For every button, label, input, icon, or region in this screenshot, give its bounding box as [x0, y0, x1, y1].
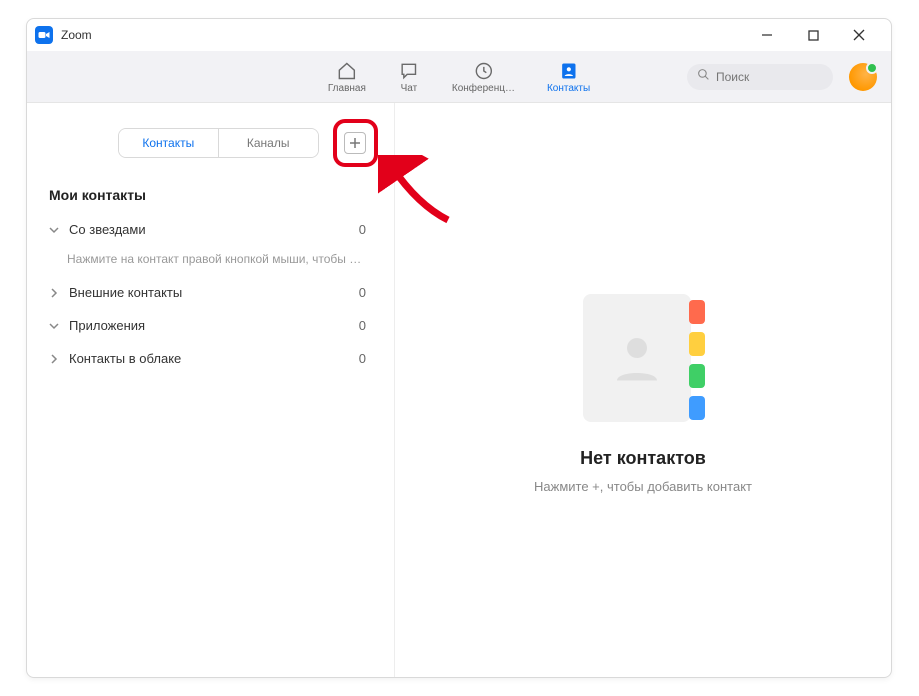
toolbar: Главная Чат Конференц… Контакты — [27, 51, 891, 103]
nav-home[interactable]: Главная — [324, 58, 370, 96]
titlebar: Zoom — [27, 19, 891, 51]
avatar[interactable] — [849, 63, 877, 91]
group-label: Со звездами — [69, 222, 359, 237]
chevron-down-icon — [49, 321, 63, 331]
group-cloud[interactable]: Контакты в облаке 0 — [27, 342, 394, 375]
app-window: Zoom Главная Чат Конференц… Контакты — [26, 18, 892, 678]
search-box[interactable] — [687, 64, 833, 90]
contacts-icon — [558, 60, 580, 82]
group-label: Внешние контакты — [69, 285, 359, 300]
nav-label: Контакты — [547, 83, 590, 94]
color-tab-1 — [689, 300, 705, 324]
clock-icon — [472, 60, 494, 82]
window-title: Zoom — [61, 28, 753, 42]
nav-label: Чат — [401, 83, 418, 94]
tab-channels[interactable]: Каналы — [219, 129, 318, 157]
group-starred[interactable]: Со звездами 0 — [27, 213, 394, 246]
chevron-down-icon — [49, 225, 63, 235]
empty-card — [583, 294, 691, 422]
nav-chat[interactable]: Чат — [394, 58, 424, 96]
group-count: 0 — [359, 222, 372, 237]
search-icon — [697, 68, 710, 86]
left-panel: Контакты Каналы Мои контакты Со звездами… — [27, 103, 395, 677]
group-label: Приложения — [69, 318, 359, 333]
nav-contacts[interactable]: Контакты — [543, 58, 594, 96]
group-count: 0 — [359, 285, 372, 300]
add-contact-highlight — [333, 119, 378, 167]
highlight-box — [333, 119, 378, 167]
empty-subtitle: Нажмите +, чтобы добавить контакт — [534, 479, 752, 494]
nav-group: Главная Чат Конференц… Контакты — [324, 58, 594, 96]
color-tab-2 — [689, 332, 705, 356]
chevron-right-icon — [49, 354, 63, 364]
chevron-right-icon — [49, 288, 63, 298]
right-panel: Нет контактов Нажмите +, чтобы добавить … — [395, 103, 891, 677]
home-icon — [336, 60, 358, 82]
tab-contacts[interactable]: Контакты — [119, 129, 219, 157]
search-input[interactable] — [716, 70, 823, 84]
starred-hint: Нажмите на контакт правой кнопкой мыши, … — [27, 246, 394, 276]
group-count: 0 — [359, 351, 372, 366]
empty-illustration — [583, 286, 703, 426]
color-tabs — [689, 300, 705, 420]
person-icon — [607, 328, 667, 388]
nav-meetings[interactable]: Конференц… — [448, 58, 519, 96]
empty-title: Нет контактов — [580, 448, 706, 469]
close-button[interactable] — [845, 21, 873, 49]
group-external[interactable]: Внешние контакты 0 — [27, 276, 394, 309]
maximize-button[interactable] — [799, 21, 827, 49]
color-tab-3 — [689, 364, 705, 388]
body-area: Контакты Каналы Мои контакты Со звездами… — [27, 103, 891, 677]
section-my-contacts: Мои контакты — [27, 167, 394, 213]
group-label: Контакты в облаке — [69, 351, 359, 366]
chat-icon — [398, 60, 420, 82]
color-tab-4 — [689, 396, 705, 420]
segmented-control: Контакты Каналы — [118, 128, 319, 158]
group-count: 0 — [359, 318, 372, 333]
nav-label: Конференц… — [452, 83, 515, 94]
window-controls — [753, 21, 883, 49]
tab-row: Контакты Каналы — [27, 119, 394, 167]
zoom-icon — [35, 26, 53, 44]
group-apps[interactable]: Приложения 0 — [27, 309, 394, 342]
nav-label: Главная — [328, 83, 366, 94]
minimize-button[interactable] — [753, 21, 781, 49]
